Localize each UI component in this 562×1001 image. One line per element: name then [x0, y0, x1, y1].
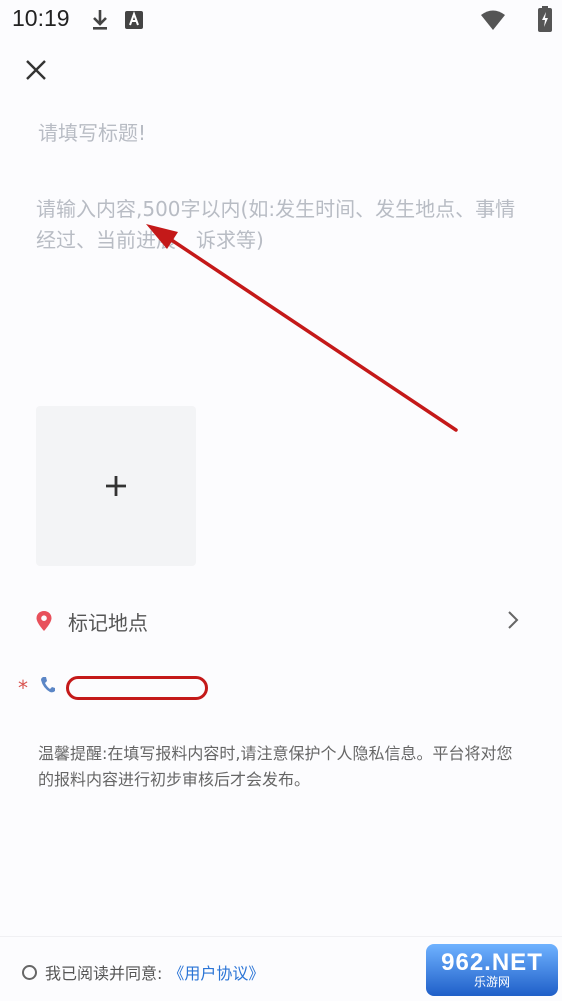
wifi-icon [481, 10, 505, 30]
required-mark: * [18, 676, 28, 700]
content-input[interactable] [36, 194, 526, 394]
mark-location-row[interactable]: 标记地点 [36, 598, 526, 644]
agree-radio[interactable] [22, 964, 37, 980]
title-input[interactable] [36, 114, 530, 152]
mark-location-label: 标记地点 [68, 610, 148, 635]
battery-charging-icon [538, 6, 552, 32]
text-a-icon [125, 11, 143, 29]
plus-icon [106, 476, 126, 496]
agree-text: 我已阅读并同意: [45, 964, 163, 983]
watermark-sub: 乐游网 [473, 975, 510, 989]
watermark-main: 962.NET [441, 949, 543, 976]
close-button[interactable] [20, 54, 52, 86]
agree-checkbox[interactable]: 我已阅读并同意: 《用户协议》 [22, 960, 264, 984]
status-time: 10:19 [12, 5, 70, 31]
image-upload-button[interactable] [36, 406, 196, 566]
close-icon [26, 60, 46, 80]
redaction-highlight [66, 676, 208, 700]
privacy-tip: 温馨提醒:在填写报料内容时,请注意保护个人隐私信息。平台将对您的报料内容进行初步… [38, 744, 513, 789]
phone-row: * [18, 672, 526, 706]
status-bar: 10:19 [0, 0, 562, 40]
phone-icon [41, 677, 55, 693]
chevron-right-icon [508, 611, 519, 629]
user-agreement-link[interactable]: 《用户协议》 [168, 960, 264, 984]
download-icon [93, 10, 107, 30]
site-watermark-logo: 962.NET 乐游网 [426, 944, 558, 996]
location-pin-icon [36, 611, 52, 631]
